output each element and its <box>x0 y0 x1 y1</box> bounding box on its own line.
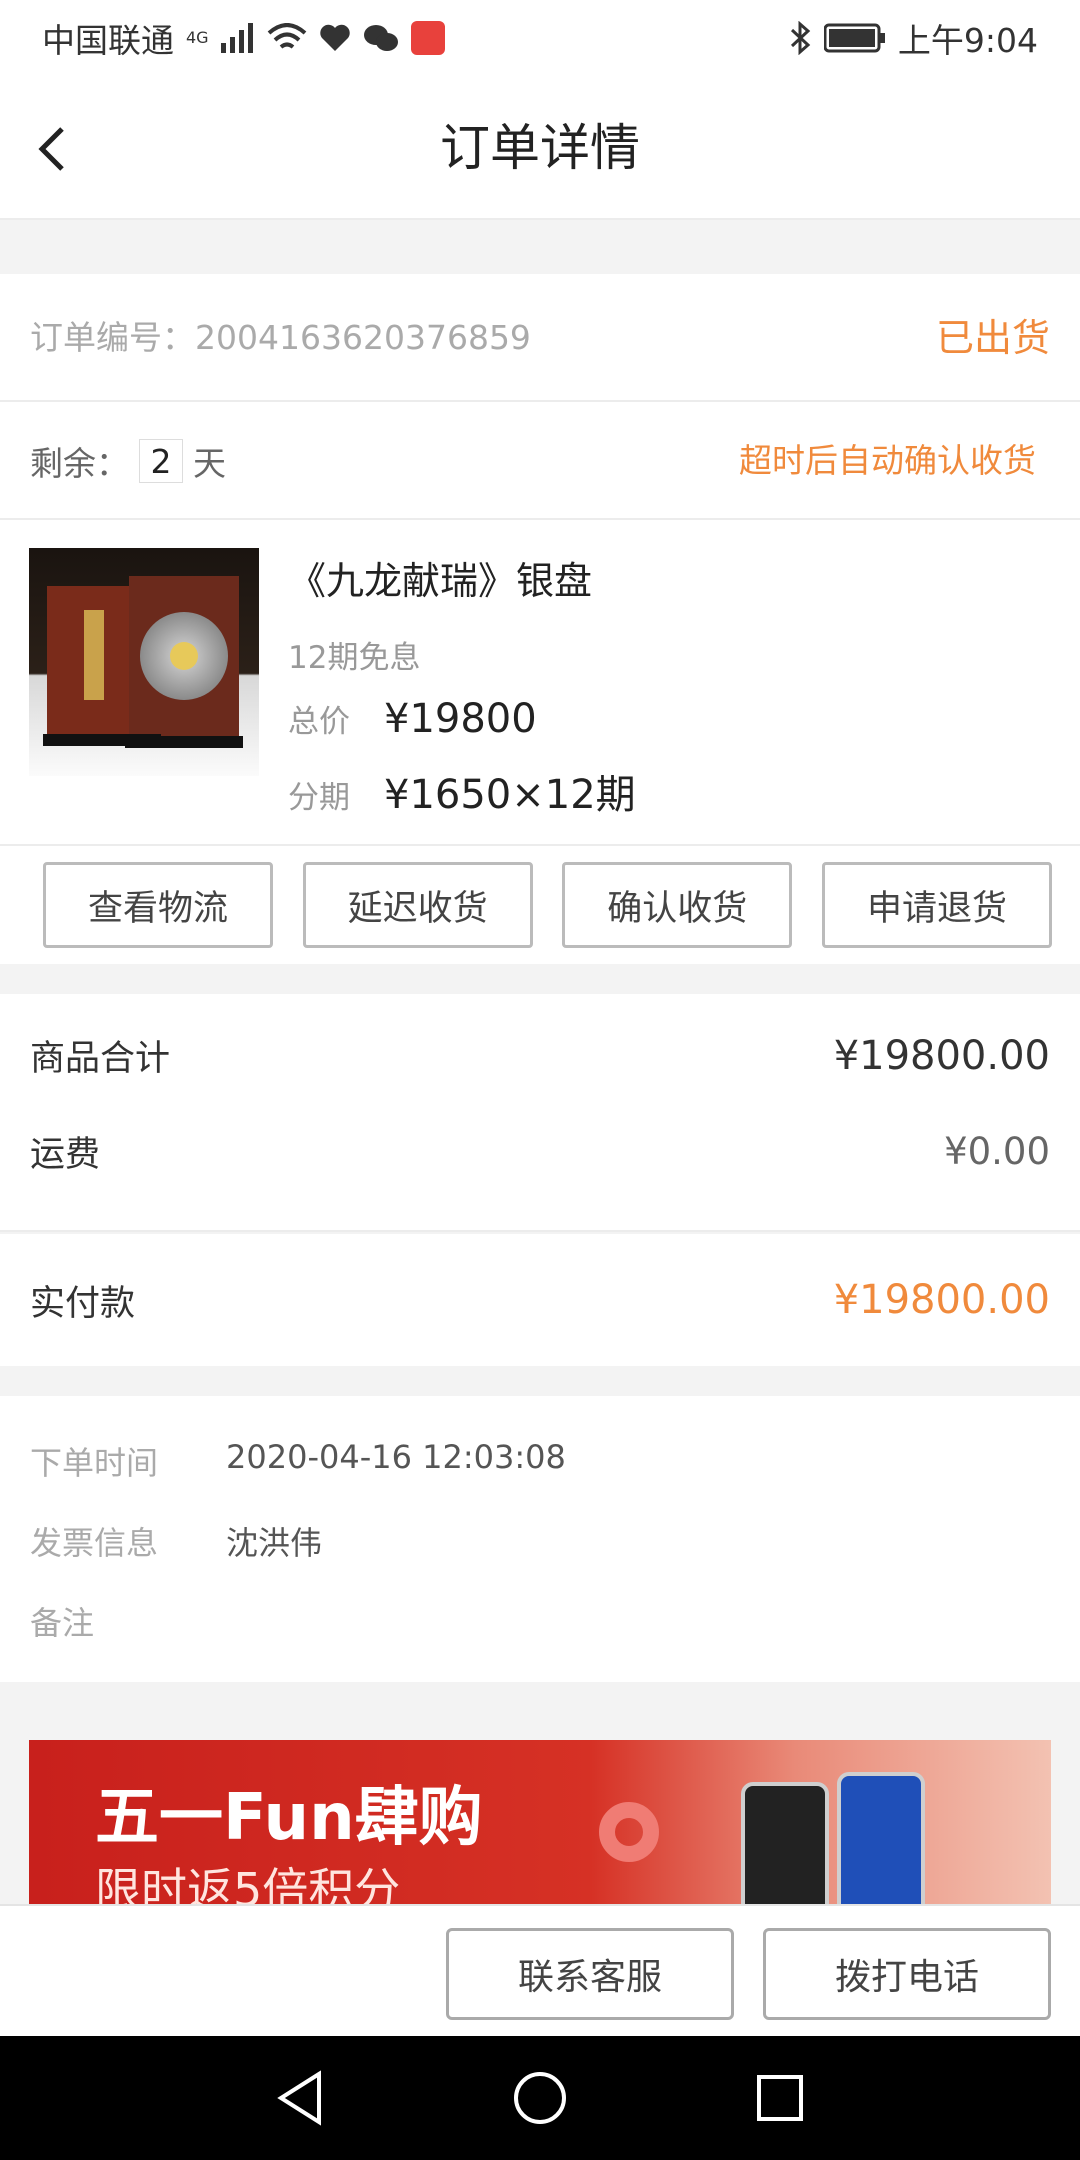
price-summary: 商品合计 ¥19800.00 运费 ¥0.00 <box>0 994 1080 1232</box>
wifi-icon <box>267 23 307 53</box>
recents-nav-button[interactable] <box>740 2058 820 2138</box>
carrier-label: 中国联通 <box>42 21 174 60</box>
installment-row: 分期 ¥1650×12期 <box>288 762 636 820</box>
delay-receipt-button[interactable]: 延迟收货 <box>302 862 533 948</box>
invoice-label: 发票信息 <box>30 1524 159 1562</box>
home-nav-button[interactable] <box>500 2058 580 2138</box>
shipping-row: 运费 ¥0.00 <box>30 1126 1050 1177</box>
remaining-days: 剩余： 2 天 <box>30 402 226 520</box>
installment-tag: 12期免息 <box>288 640 421 676</box>
order-time-row: 下单时间 2020-04-16 12:03:08 <box>30 1438 566 1484</box>
installment-value: ¥1650×12期 <box>384 772 636 818</box>
remaining-unit: 天 <box>193 444 226 483</box>
order-actions: 查看物流 延迟收货 确认收货 申请退货 <box>0 846 1080 964</box>
order-header: 订单编号：2004163620376859 已出货 <box>0 274 1080 402</box>
order-time-value: 2020-04-16 12:03:08 <box>226 1438 566 1476</box>
goods-total-value: ¥19800.00 <box>833 1032 1050 1079</box>
status-bar: 中国联通 4G 上午9:04 <box>0 0 1080 76</box>
order-number: 订单编号：2004163620376859 <box>30 318 531 357</box>
order-time-label: 下单时间 <box>30 1444 159 1482</box>
back-nav-button[interactable] <box>260 2058 340 2138</box>
installment-label: 分期 <box>288 780 350 816</box>
total-price-value: ¥19800 <box>384 696 537 742</box>
goods-total-label: 商品合计 <box>30 1039 171 1079</box>
bluetooth-icon <box>788 21 812 55</box>
remaining-label: 剩余： <box>30 444 129 483</box>
invoice-value: 沈洪伟 <box>226 1524 323 1562</box>
clock-label: 上午9:04 <box>897 21 1038 60</box>
banner-phone-image <box>741 1782 829 1904</box>
battery-icon <box>823 23 886 53</box>
paid-amount-section: 实付款 ¥19800.00 <box>0 1234 1080 1366</box>
paid-value: ¥19800.00 <box>833 1277 1050 1323</box>
invoice-row: 发票信息 沈洪伟 <box>30 1518 322 1564</box>
shipping-label: 运费 <box>30 1135 101 1175</box>
request-return-button[interactable]: 申请退货 <box>821 862 1052 948</box>
remaining-days-row: 剩余： 2 天 超时后自动确认收货 <box>0 402 1080 520</box>
promo-banner[interactable]: 五一Fun肆购 限时返5倍积分 <box>29 1740 1051 1904</box>
bottom-bar: 联系客服 拨打电话 <box>0 1904 1080 2036</box>
product-item[interactable]: 《九龙献瑞》银盘 12期免息 总价 ¥19800 分期 ¥1650×12期 <box>0 520 1080 846</box>
confirm-receipt-button[interactable]: 确认收货 <box>562 862 793 948</box>
health-icon <box>319 24 351 52</box>
shipping-value: ¥0.00 <box>944 1130 1050 1173</box>
circle-home-icon <box>514 2072 566 2124</box>
call-phone-button[interactable]: 拨打电话 <box>763 1928 1051 2020</box>
product-name: 《九龙献瑞》银盘 <box>288 559 593 603</box>
banner-subtitle: 限时返5倍积分 <box>95 1863 401 1904</box>
view-logistics-button[interactable]: 查看物流 <box>43 862 273 948</box>
banner-phone-image <box>837 1772 925 1904</box>
remark-row: 备注 <box>30 1598 226 1644</box>
remaining-days-value: 2 <box>139 439 183 483</box>
triangle-back-icon <box>277 2070 321 2126</box>
total-price-row: 总价 ¥19800 <box>288 696 537 742</box>
nav-bar: 订单详情 <box>0 76 1080 220</box>
status-left: 中国联通 4G <box>42 14 445 62</box>
remark-label: 备注 <box>30 1604 95 1642</box>
product-image <box>29 548 259 776</box>
goods-total-row: 商品合计 ¥19800.00 <box>30 1030 1050 1081</box>
banner-ring-decoration <box>599 1802 659 1862</box>
order-status: 已出货 <box>935 316 1050 360</box>
paid-label: 实付款 <box>30 1283 136 1324</box>
auto-confirm-note: 超时后自动确认收货 <box>739 441 1036 480</box>
page-title: 订单详情 <box>440 119 640 177</box>
banner-title: 五一Fun肆购 <box>95 1781 483 1855</box>
square-recents-icon <box>757 2075 803 2121</box>
status-right: 上午9:04 <box>788 14 1038 62</box>
order-info: 下单时间 2020-04-16 12:03:08 发票信息 沈洪伟 备注 <box>0 1396 1080 1682</box>
app-notification-icon <box>410 21 445 55</box>
total-price-label: 总价 <box>288 704 350 740</box>
signal-icon <box>220 23 255 53</box>
wechat-icon <box>363 23 399 53</box>
system-nav-bar <box>0 2036 1080 2160</box>
paid-row: 实付款 ¥19800.00 <box>30 1234 1050 1366</box>
network-label: 4G <box>186 28 209 47</box>
contact-service-button[interactable]: 联系客服 <box>446 1928 734 2020</box>
